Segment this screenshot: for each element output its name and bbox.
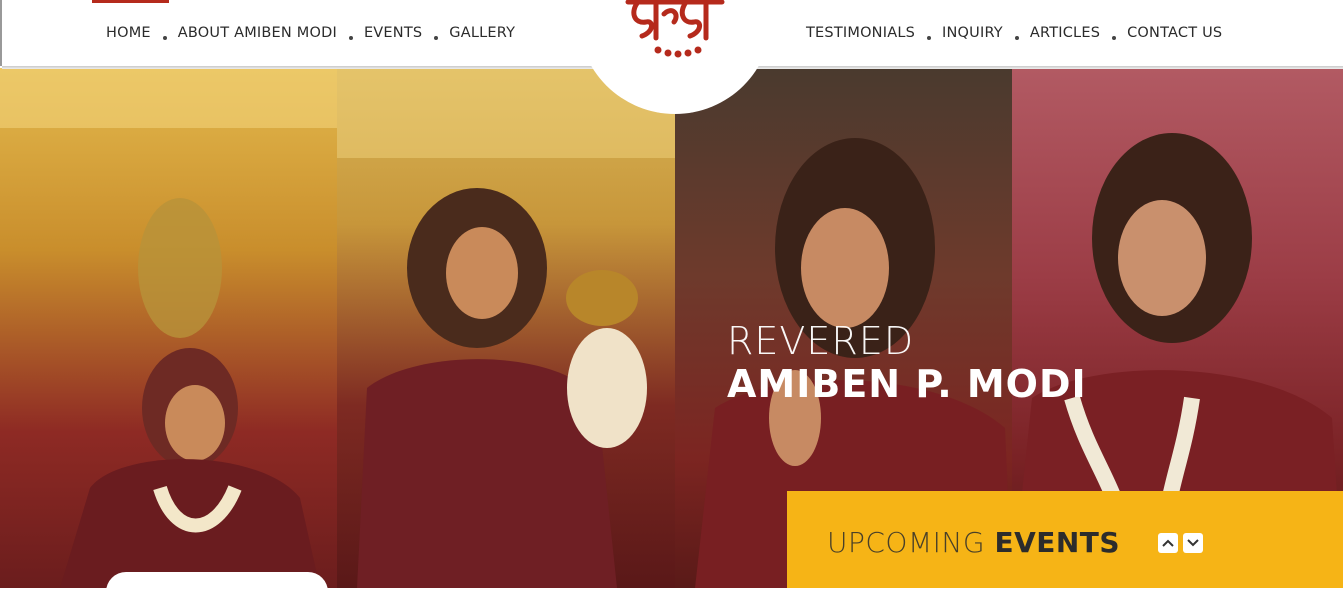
nav-home[interactable]: HOME bbox=[106, 25, 151, 41]
nav-separator bbox=[434, 36, 439, 40]
nav-testimonials[interactable]: TESTIMONIALS bbox=[806, 25, 915, 41]
nav-contact[interactable]: CONTACT US bbox=[1127, 25, 1222, 41]
nav-gallery[interactable]: GALLERY bbox=[449, 25, 515, 41]
events-next-button[interactable] bbox=[1183, 533, 1203, 553]
nav-separator bbox=[162, 36, 167, 40]
nav-left: HOME ABOUT AMIBEN MODI EVENTS GALLERY bbox=[106, 0, 515, 66]
nav-events[interactable]: EVENTS bbox=[364, 25, 422, 41]
nav-articles[interactable]: ARTICLES bbox=[1030, 25, 1100, 41]
nav-inquiry[interactable]: INQUIRY bbox=[942, 25, 1003, 41]
shree-logo bbox=[625, 0, 725, 58]
chevron-up-icon bbox=[1162, 539, 1174, 547]
events-heading-light: UPCOMING bbox=[827, 526, 986, 559]
photo-figure bbox=[337, 68, 675, 588]
nav-separator bbox=[1014, 36, 1019, 40]
photo-figure bbox=[0, 68, 337, 588]
hero-pill-button[interactable] bbox=[106, 572, 328, 612]
hero-caption-line1: REVERED bbox=[727, 319, 915, 363]
hero-caption: REVERED AMIBEN P. MODI bbox=[727, 320, 1087, 406]
events-prev-button[interactable] bbox=[1158, 533, 1178, 553]
chevron-down-icon bbox=[1187, 539, 1199, 547]
nav-separator bbox=[1112, 36, 1117, 40]
events-heading-bold: EVENTS bbox=[994, 526, 1121, 559]
upcoming-events-panel: UPCOMING EVENTS bbox=[787, 491, 1343, 588]
nav-about[interactable]: ABOUT AMIBEN MODI bbox=[178, 25, 337, 41]
nav-right: TESTIMONIALS INQUIRY ARTICLES CONTACT US bbox=[806, 0, 1222, 66]
events-heading: UPCOMING EVENTS bbox=[827, 526, 1120, 559]
hero-caption-line2: AMIBEN P. MODI bbox=[727, 362, 1087, 406]
hero-photo-1 bbox=[0, 68, 337, 588]
nav-separator bbox=[348, 36, 353, 40]
hero-photo-2 bbox=[337, 68, 675, 588]
nav-separator bbox=[927, 36, 932, 40]
